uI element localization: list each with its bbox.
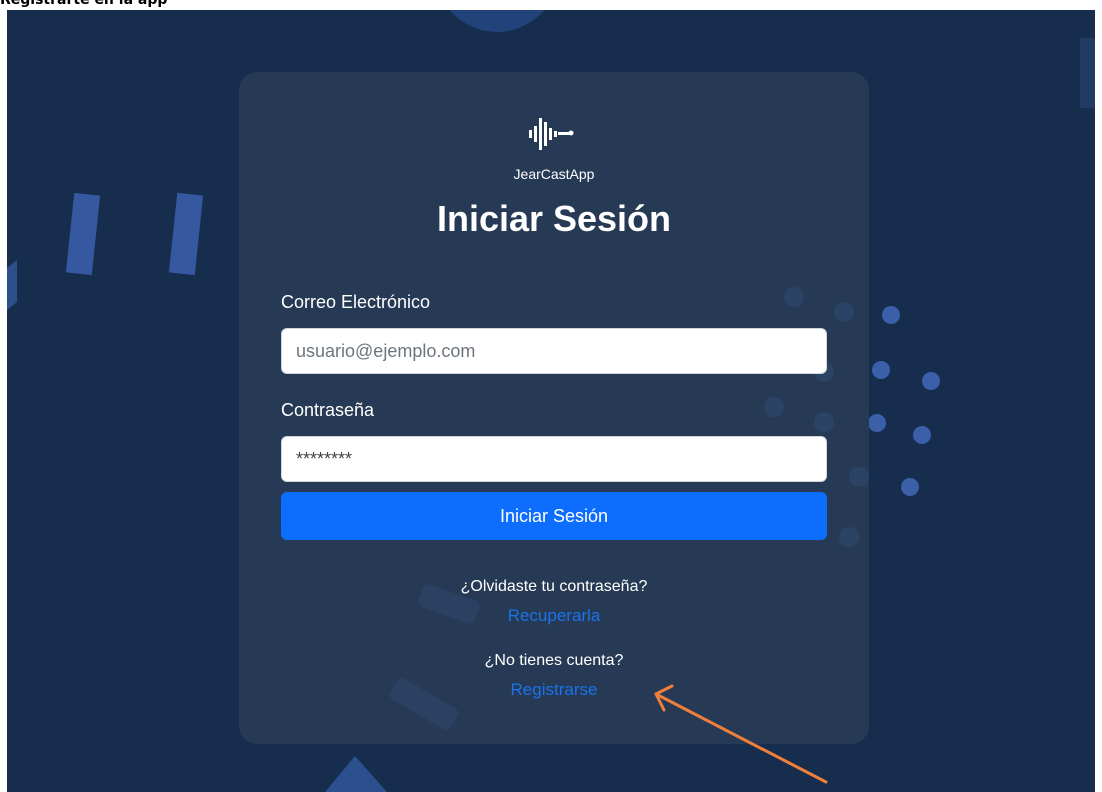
arrow-annotation [654, 684, 828, 784]
